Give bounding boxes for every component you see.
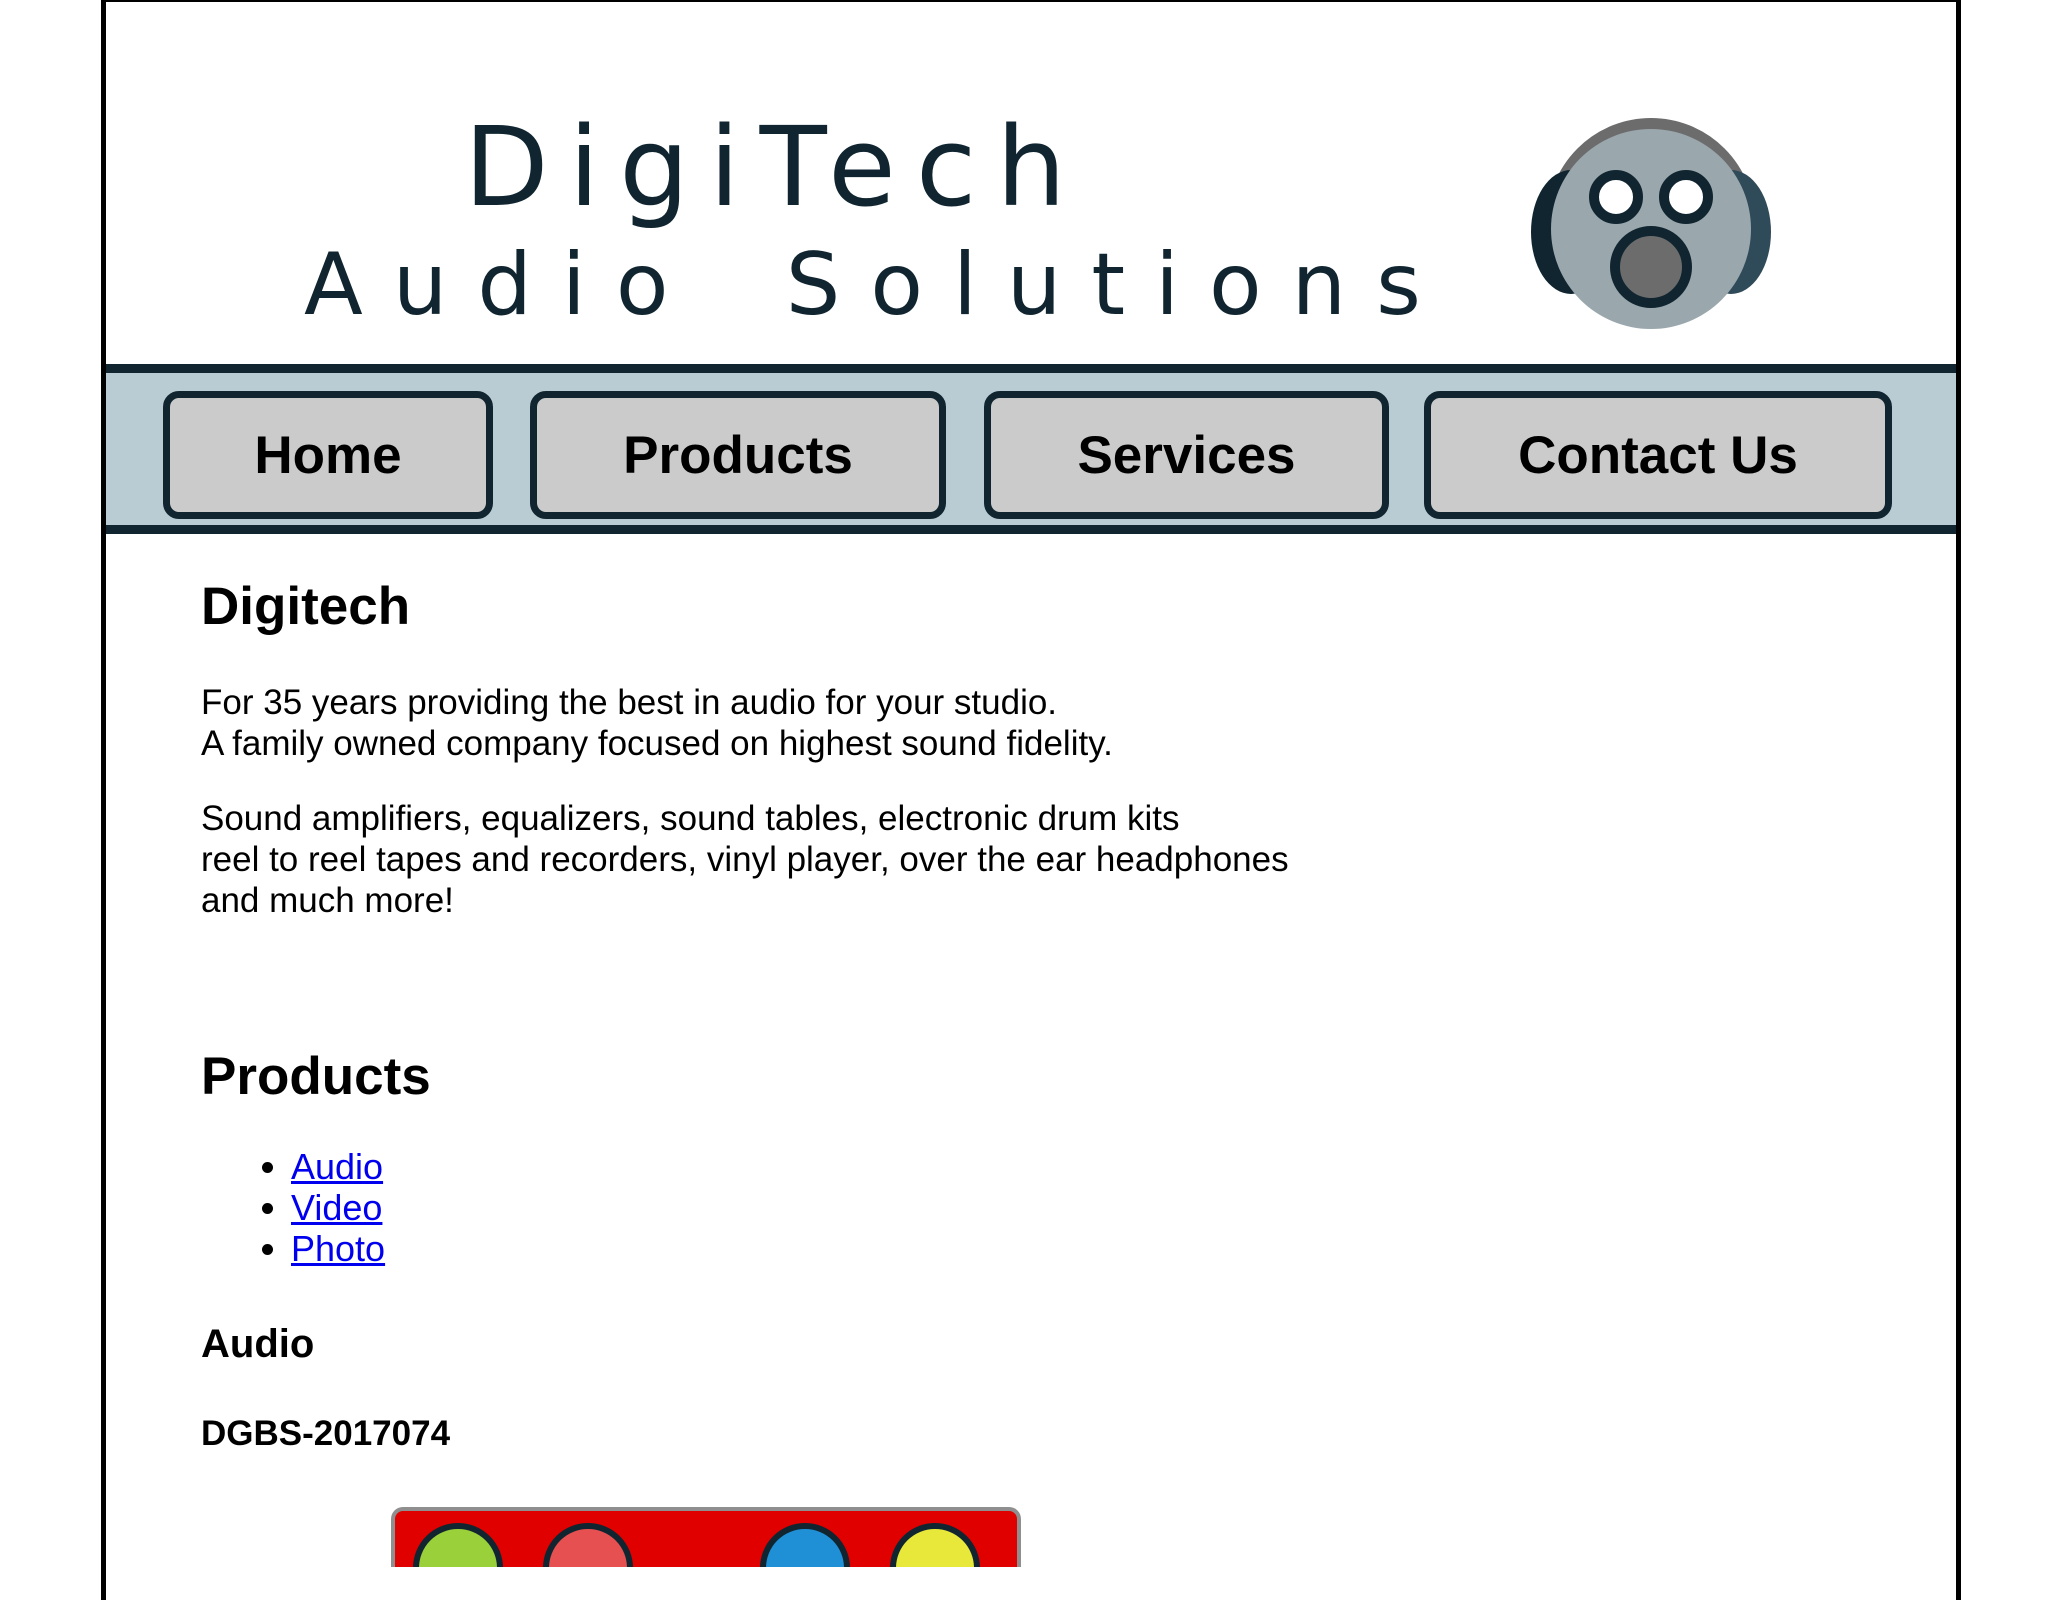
product-range-paragraph: Sound amplifiers, equalizers, sound tabl… bbox=[201, 798, 1289, 921]
main-nav: Home Products Services Contact Us bbox=[106, 364, 1956, 534]
brand-title: DigiTech bbox=[464, 103, 1087, 231]
photo-link[interactable]: Photo bbox=[291, 1228, 385, 1269]
site-header: DigiTech Audio Solutions bbox=[106, 2, 1956, 364]
video-link[interactable]: Video bbox=[291, 1187, 382, 1228]
model-number: DGBS-2017074 bbox=[201, 1414, 451, 1453]
list-item: Video bbox=[291, 1187, 385, 1228]
page-frame: DigiTech Audio Solutions Home Products S… bbox=[101, 0, 1961, 1600]
intro-line: A family owned company focused on highes… bbox=[201, 724, 1113, 763]
knob-red bbox=[543, 1523, 633, 1567]
nav-products-button[interactable]: Products bbox=[530, 391, 946, 519]
intro-heading: Digitech bbox=[201, 577, 411, 636]
knob-yellow bbox=[890, 1523, 980, 1567]
intro-paragraph: For 35 years providing the best in audio… bbox=[201, 682, 1113, 764]
product-category-list: Audio Video Photo bbox=[201, 1146, 385, 1269]
product-image bbox=[391, 1507, 1021, 1567]
audio-heading: Audio bbox=[201, 1322, 315, 1366]
nav-services-button[interactable]: Services bbox=[984, 391, 1389, 519]
products-heading: Products bbox=[201, 1047, 431, 1106]
list-item: Audio bbox=[291, 1146, 385, 1187]
headphones-face-icon bbox=[1531, 118, 1771, 329]
knob-blue bbox=[760, 1523, 850, 1567]
audio-link[interactable]: Audio bbox=[291, 1146, 383, 1187]
nav-contact-button[interactable]: Contact Us bbox=[1424, 391, 1892, 519]
intro-line: For 35 years providing the best in audio… bbox=[201, 683, 1058, 722]
range-line: and much more! bbox=[201, 881, 454, 920]
brand-subtitle: Audio Solutions bbox=[304, 235, 1451, 335]
nav-home-button[interactable]: Home bbox=[163, 391, 493, 519]
list-item: Photo bbox=[291, 1228, 385, 1269]
knob-green bbox=[413, 1523, 503, 1567]
range-line: Sound amplifiers, equalizers, sound tabl… bbox=[201, 799, 1180, 838]
range-line: reel to reel tapes and recorders, vinyl … bbox=[201, 840, 1289, 879]
